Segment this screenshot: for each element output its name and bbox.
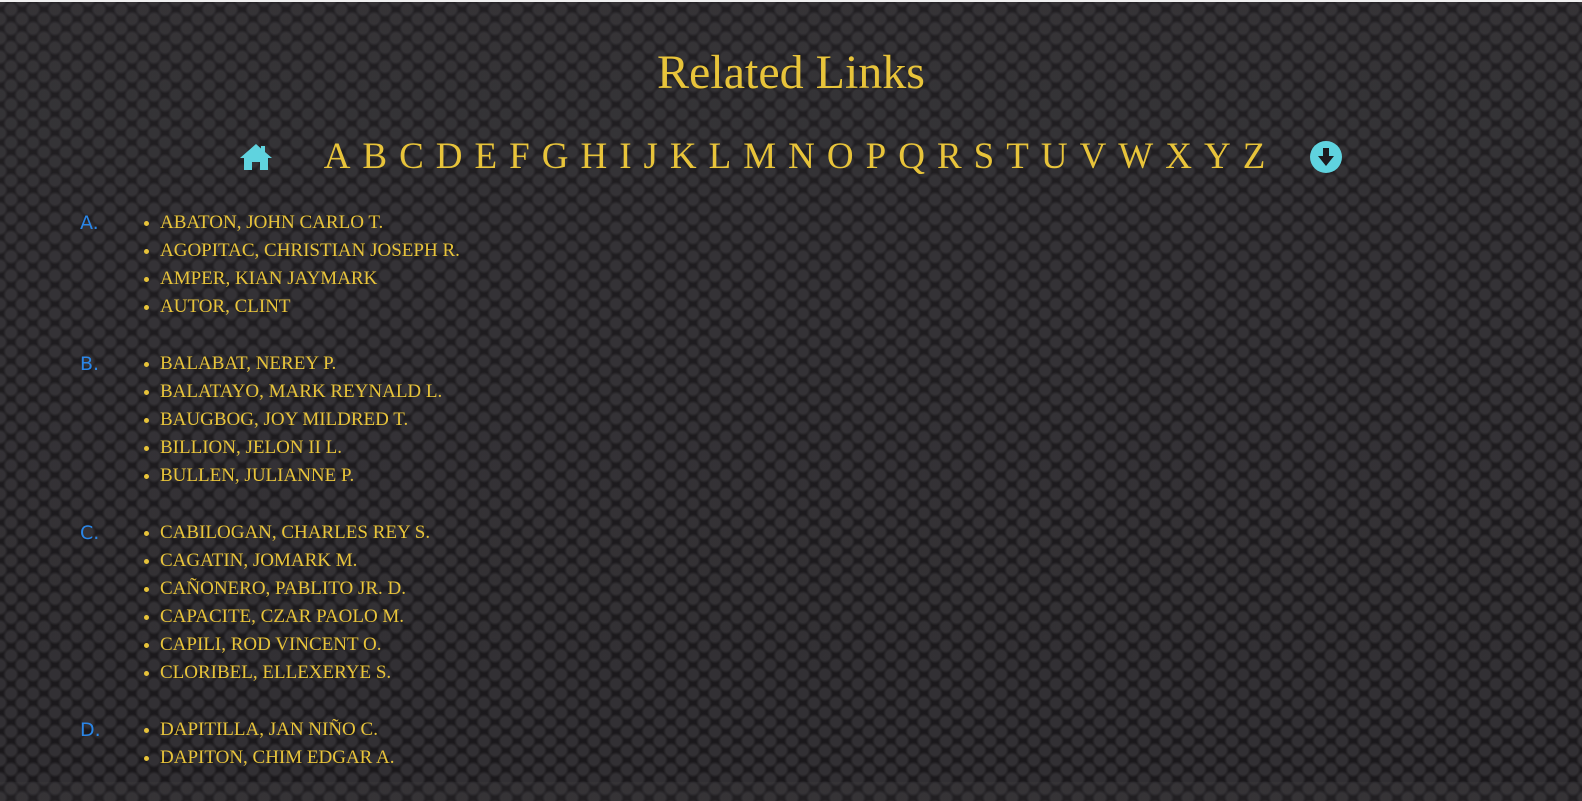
page-title: Related Links — [657, 46, 925, 99]
letter-link-m[interactable]: M — [743, 135, 776, 179]
list-item[interactable]: CAGATIN, JOMARK M. — [143, 547, 430, 575]
alphabet-nav: ABCDEFGHIJKLMNOPQRSTUVWXYZ — [0, 135, 1582, 179]
letter-link-t[interactable]: T — [1006, 135, 1029, 179]
list-item[interactable]: BILLION, JELON II L. — [143, 434, 442, 462]
letter-link-k[interactable]: K — [670, 135, 697, 179]
letter-link-c[interactable]: C — [399, 135, 424, 179]
list-item[interactable]: AMPER, KIAN JAYMARK — [144, 265, 460, 293]
section-label: A. — [80, 212, 99, 234]
letter-link-b[interactable]: B — [362, 135, 387, 179]
section-a: A. ABATON, JOHN CARLO T. AGOPITAC, CHRISTI… — [0, 209, 460, 321]
list-item[interactable]: ABATON, JOHN CARLO T. — [144, 209, 460, 237]
letter-link-v[interactable]: V — [1080, 135, 1107, 179]
letter-link-i[interactable]: I — [619, 135, 631, 179]
letter-link-u[interactable]: U — [1041, 135, 1068, 179]
list-item[interactable]: DAPITON, CHIM EDGAR A. — [144, 744, 395, 772]
list-item[interactable]: CLORIBEL, ELLEXERYE S. — [143, 659, 430, 687]
arrow-circle-down-icon[interactable] — [1309, 140, 1343, 174]
list-item[interactable]: BALABAT, NEREY P. — [143, 350, 442, 378]
list-item[interactable]: AUTOR, CLINT — [144, 293, 460, 321]
list-item[interactable]: AGOPITAC, CHRISTIAN JOSEPH R. — [144, 237, 460, 265]
list-item[interactable]: DAPITILLA, JAN NIÑO C. — [144, 716, 395, 744]
name-list: BALABAT, NEREY P. BALATAYO, MARK REYNALD … — [143, 350, 442, 490]
letter-link-a[interactable]: A — [324, 135, 351, 179]
letter-link-s[interactable]: S — [974, 135, 995, 179]
name-list: CABILOGAN, CHARLES REY S. CAGATIN, JOMARK… — [143, 519, 430, 687]
letter-link-x[interactable]: X — [1165, 135, 1192, 179]
list-item[interactable]: CAPACITE, CZAR PAOLO M. — [143, 603, 430, 631]
letter-links: ABCDEFGHIJKLMNOPQRSTUVWXYZ — [318, 135, 1272, 179]
section-c: C. CABILOGAN, CHARLES REY S. CAGATIN, JOMA… — [0, 519, 460, 687]
letter-link-w[interactable]: W — [1118, 135, 1153, 179]
letter-link-n[interactable]: N — [788, 135, 815, 179]
letter-link-o[interactable]: O — [827, 135, 854, 179]
list-item[interactable]: BULLEN, JULIANNE P. — [143, 462, 442, 490]
directory-list: A. ABATON, JOHN CARLO T. AGOPITAC, CHRISTI… — [0, 209, 460, 801]
list-item[interactable]: CAPILI, ROD VINCENT O. — [143, 631, 430, 659]
letter-link-e[interactable]: E — [475, 135, 498, 179]
letter-link-d[interactable]: D — [436, 135, 463, 179]
section-label: D. — [80, 719, 101, 741]
section-b: B. BALABAT, NEREY P. BALATAYO, MARK REYNAL… — [0, 350, 460, 490]
section-d: D. DAPITILLA, JAN NIÑO C. DAPITON, CHIM ED… — [0, 716, 460, 772]
letter-link-q[interactable]: Q — [898, 135, 925, 179]
letter-link-z[interactable]: Z — [1243, 135, 1266, 179]
name-list: ABATON, JOHN CARLO T. AGOPITAC, CHRISTIAN… — [144, 209, 460, 321]
letter-link-j[interactable]: J — [644, 135, 658, 179]
list-item[interactable]: CABILOGAN, CHARLES REY S. — [143, 519, 430, 547]
list-item[interactable]: BAUGBOG, JOY MILDRED T. — [143, 406, 442, 434]
letter-link-l[interactable]: L — [709, 135, 732, 179]
list-item[interactable]: CAÑONERO, PABLITO JR. D. — [143, 575, 430, 603]
letter-link-f[interactable]: F — [509, 135, 530, 179]
letter-link-g[interactable]: G — [542, 135, 569, 179]
letter-link-p[interactable]: P — [866, 135, 887, 179]
letter-link-r[interactable]: R — [937, 135, 962, 179]
home-icon[interactable] — [239, 142, 273, 172]
name-list: DAPITILLA, JAN NIÑO C. DAPITON, CHIM EDGA… — [144, 716, 395, 772]
section-label: C. — [80, 522, 100, 544]
letter-link-y[interactable]: Y — [1204, 135, 1231, 179]
list-item[interactable]: BALATAYO, MARK REYNALD L. — [143, 378, 442, 406]
letter-link-h[interactable]: H — [580, 135, 607, 179]
section-label: B. — [80, 353, 100, 375]
